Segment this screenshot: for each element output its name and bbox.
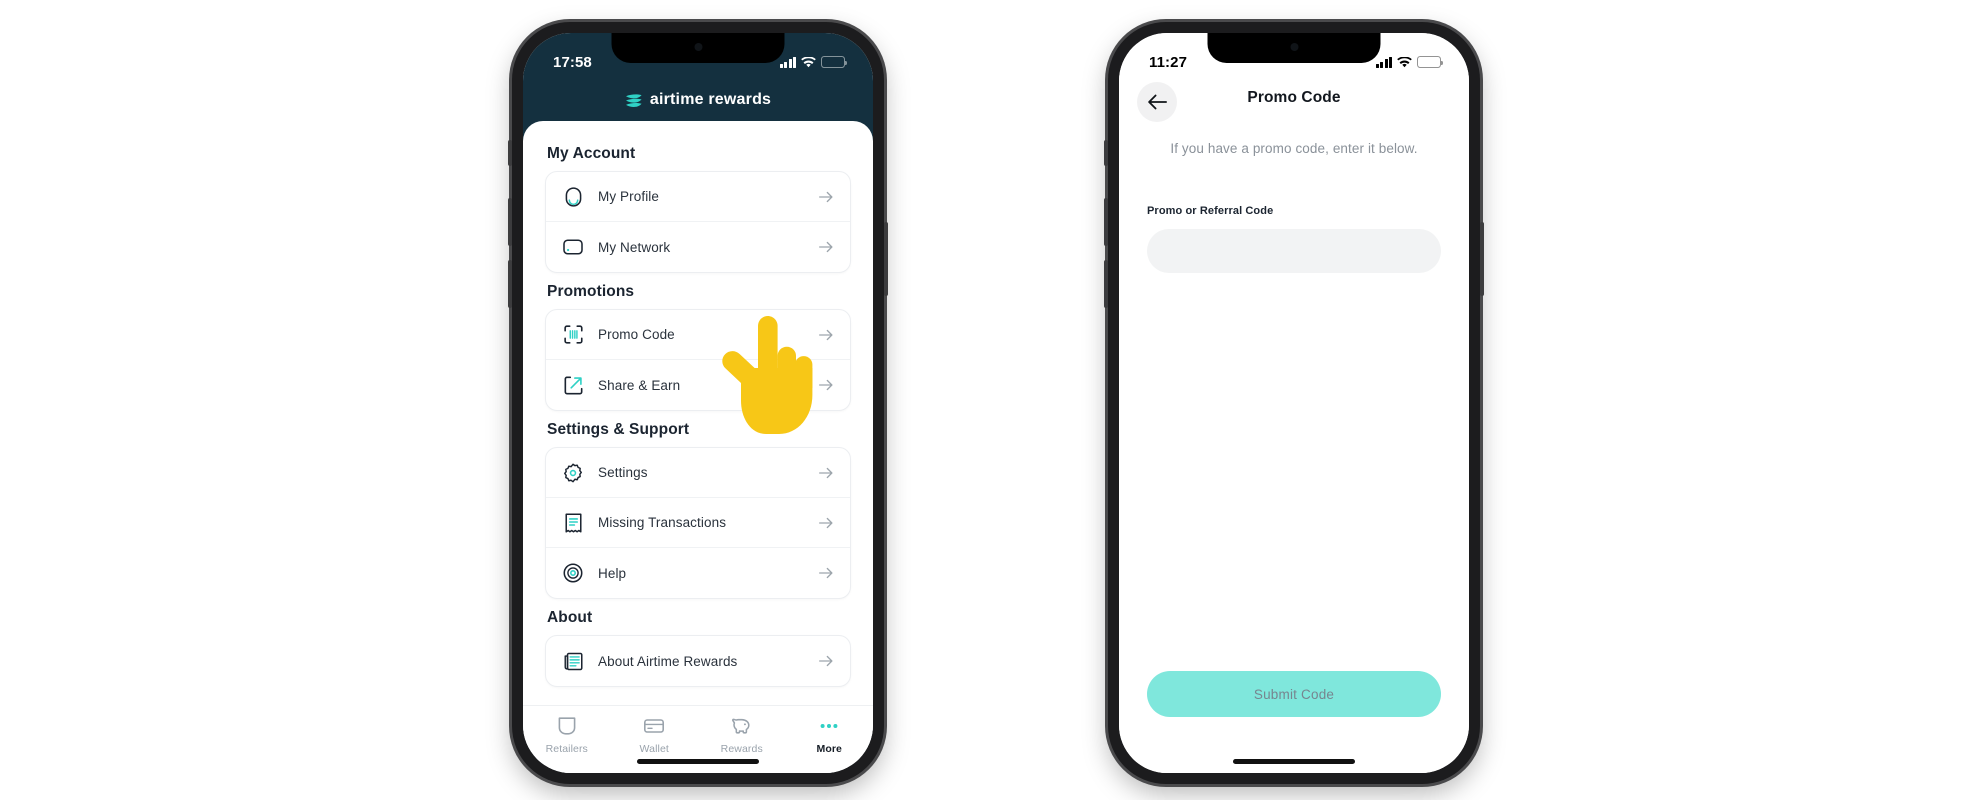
- arrow-right-icon: [819, 467, 833, 478]
- section-card-settings-support: Settings Missing Transactions Help: [545, 447, 851, 599]
- app-brand-bar: airtime rewards: [523, 79, 873, 121]
- menu-label: Share & Earn: [598, 377, 681, 393]
- menu-row-my-profile[interactable]: My Profile: [546, 172, 850, 222]
- lifebuoy-icon: [562, 562, 584, 584]
- tab-label: Retailers: [545, 743, 588, 755]
- device-notch: [1207, 33, 1381, 63]
- arrow-right-icon: [819, 379, 833, 391]
- arrow-right-icon: [819, 517, 833, 528]
- arrow-right-icon: [819, 191, 833, 202]
- wifi-icon: [801, 56, 816, 67]
- tab-label: More: [816, 743, 842, 755]
- cellular-signal-icon: [779, 56, 796, 68]
- volume-up-button[interactable]: [508, 198, 512, 246]
- section-title-settings-support: Settings & Support: [547, 421, 690, 438]
- power-button[interactable]: [884, 222, 888, 296]
- arrow-right-icon: [819, 329, 833, 340]
- menu-row-my-network[interactable]: My Network: [546, 222, 850, 272]
- menu-label: Missing Transactions: [598, 515, 727, 530]
- section-title-about: About: [547, 609, 593, 626]
- airtime-waves-logo-icon: [625, 93, 642, 107]
- menu-label: My Network: [598, 239, 671, 255]
- gear-icon: [562, 462, 584, 484]
- power-button[interactable]: [1480, 222, 1484, 296]
- cellular-signal-icon: [1375, 56, 1392, 68]
- menu-row-about-airtime-rewards[interactable]: About Airtime Rewards: [546, 636, 850, 686]
- menu-row-promo-code[interactable]: Promo Code: [546, 310, 850, 360]
- section-card-about: About Airtime Rewards: [545, 635, 851, 687]
- right-phone-screen: 11:27 Promo Code If you have a promo cod…: [1119, 33, 1469, 773]
- section-card-promotions: Promo Code Share & Earn: [545, 309, 851, 411]
- user-profile-icon: [562, 186, 584, 208]
- device-notch: [611, 33, 785, 63]
- barcode-scan-icon: [562, 324, 584, 346]
- status-clock: 17:58: [553, 53, 592, 71]
- screenshot-stage: 17:58 airtime rewards My Account My Prof…: [0, 0, 1980, 800]
- home-indicator: [1233, 759, 1355, 764]
- menu-label: My Profile: [598, 189, 660, 204]
- menu-row-settings[interactable]: Settings: [546, 448, 850, 498]
- battery-full-icon: [1417, 56, 1443, 68]
- news-document-icon: [562, 650, 584, 672]
- submit-code-button[interactable]: Submit Code: [1147, 671, 1441, 717]
- promo-code-input[interactable]: [1147, 229, 1441, 273]
- piggy-bank-icon: [732, 718, 750, 734]
- promo-code-description: If you have a promo code, enter it below…: [1170, 141, 1418, 156]
- credit-card-icon: [644, 719, 665, 733]
- arrow-right-icon: [819, 567, 833, 579]
- section-title-promotions: Promotions: [547, 283, 635, 300]
- more-menu-scroll[interactable]: My Account My Profile My Network Promoti…: [523, 121, 873, 705]
- app-brand-name: airtime rewards: [649, 91, 772, 108]
- volume-up-button[interactable]: [1104, 198, 1108, 246]
- menu-label: Promo Code: [598, 327, 675, 342]
- wifi-icon: [1397, 56, 1412, 67]
- share-external-link-icon: [562, 374, 584, 396]
- left-phone-screen: 17:58 airtime rewards My Account My Prof…: [523, 33, 873, 773]
- page-title: Promo Code: [1247, 89, 1341, 106]
- right-phone-device: 11:27 Promo Code If you have a promo cod…: [1104, 22, 1484, 784]
- volume-down-button[interactable]: [508, 260, 512, 308]
- section-title-my-account: My Account: [547, 145, 636, 162]
- battery-low-power-icon: [821, 56, 847, 68]
- menu-row-share-and-earn[interactable]: Share & Earn: [546, 360, 850, 410]
- menu-row-help[interactable]: Help: [546, 548, 850, 598]
- tab-label: Wallet: [639, 743, 669, 755]
- more-menu-sheet: My Account My Profile My Network Promoti…: [523, 121, 873, 773]
- shopping-bag-icon: [558, 717, 576, 735]
- volume-down-button[interactable]: [1104, 260, 1108, 308]
- section-card-my-account: My Profile My Network: [545, 171, 851, 273]
- menu-label: Help: [598, 565, 627, 581]
- network-card-icon: [562, 236, 584, 258]
- three-dots-icon: [820, 724, 838, 728]
- promo-code-field-label: Promo or Referral Code: [1147, 205, 1274, 217]
- receipt-icon: [562, 512, 584, 534]
- tab-wallet[interactable]: Wallet: [611, 715, 699, 755]
- promo-code-nav-bar: Promo Code: [1119, 79, 1469, 127]
- home-indicator: [637, 759, 759, 764]
- arrow-right-icon: [819, 241, 833, 253]
- arrow-right-icon: [819, 655, 833, 667]
- mute-switch[interactable]: [1104, 140, 1108, 166]
- menu-row-missing-transactions[interactable]: Missing Transactions: [546, 498, 850, 548]
- status-clock: 11:27: [1149, 53, 1188, 71]
- mute-switch[interactable]: [508, 140, 512, 166]
- left-phone-device: 17:58 airtime rewards My Account My Prof…: [508, 22, 888, 784]
- menu-label: Settings: [598, 465, 648, 480]
- tab-more[interactable]: More: [786, 715, 874, 755]
- menu-label: About Airtime Rewards: [598, 653, 738, 669]
- tab-label: Rewards: [720, 743, 763, 755]
- tab-rewards[interactable]: Rewards: [698, 715, 786, 755]
- tab-retailers[interactable]: Retailers: [523, 715, 611, 755]
